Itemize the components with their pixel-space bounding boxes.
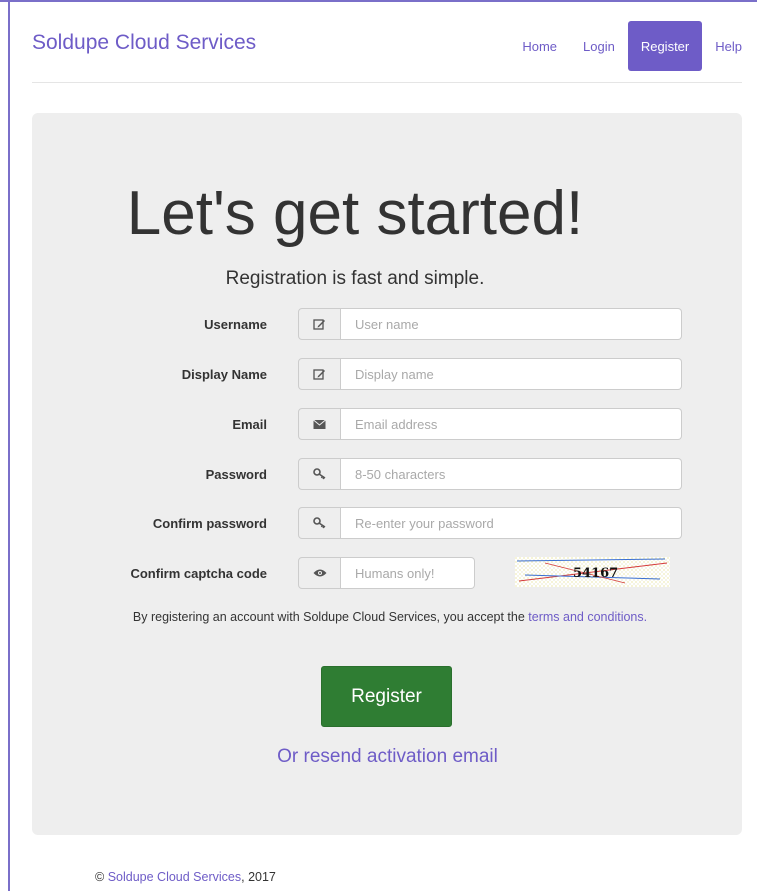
confirm-password-input[interactable]	[341, 507, 682, 539]
confirm-password-label: Confirm password	[152, 516, 267, 531]
email-input[interactable]	[341, 408, 682, 440]
envelope-icon	[298, 408, 341, 440]
terms-text: By registering an account with Soldupe C…	[110, 607, 670, 627]
display-name-label: Display Name	[181, 367, 267, 382]
confirm-password-row: Confirm password	[0, 507, 757, 541]
nav-links: Home Login Register Help	[509, 21, 742, 71]
eye-icon	[298, 557, 341, 589]
captcha-code-text: 54167	[573, 566, 618, 581]
password-input[interactable]	[341, 458, 682, 490]
password-row: Password	[0, 458, 757, 492]
footer: © Soldupe Cloud Services, 2017	[95, 870, 276, 884]
page-lead: Registration is fast and simple.	[225, 268, 485, 289]
edit-icon	[298, 358, 341, 390]
brand-link[interactable]: Soldupe Cloud Services	[32, 31, 256, 55]
copyright-symbol: ©	[95, 870, 105, 884]
register-button[interactable]: Register	[321, 666, 452, 727]
nav-home[interactable]: Home	[509, 21, 570, 71]
navbar: Soldupe Cloud Services Home Login Regist…	[32, 0, 742, 83]
nav-login[interactable]: Login	[570, 21, 628, 71]
username-input[interactable]	[341, 308, 682, 340]
captcha-label: Confirm captcha code	[130, 566, 267, 581]
terms-link[interactable]: terms and conditions.	[528, 610, 647, 624]
display-name-row: Display Name	[0, 358, 757, 392]
nav-register[interactable]: Register	[627, 21, 703, 71]
email-label: Email	[232, 417, 267, 432]
username-label: Username	[204, 317, 267, 332]
key-icon	[298, 507, 341, 539]
key-icon	[298, 458, 341, 490]
terms-prefix: By registering an account with Soldupe C…	[132, 610, 529, 624]
captcha-row: Confirm captcha code 54167	[0, 557, 757, 591]
page-heading: Let's get started!	[126, 179, 584, 248]
edit-icon	[298, 308, 341, 340]
footer-brand-link[interactable]: Soldupe Cloud Services	[108, 870, 241, 884]
captcha-input[interactable]	[341, 557, 475, 589]
email-row: Email	[0, 408, 757, 442]
captcha-image: 54167	[515, 557, 670, 587]
username-row: Username	[0, 308, 757, 342]
password-label: Password	[205, 467, 267, 482]
display-name-input[interactable]	[341, 358, 682, 390]
nav-help[interactable]: Help	[702, 21, 742, 71]
resend-activation-link[interactable]: Or resend activation email	[0, 746, 757, 768]
footer-year: , 2017	[241, 870, 276, 884]
